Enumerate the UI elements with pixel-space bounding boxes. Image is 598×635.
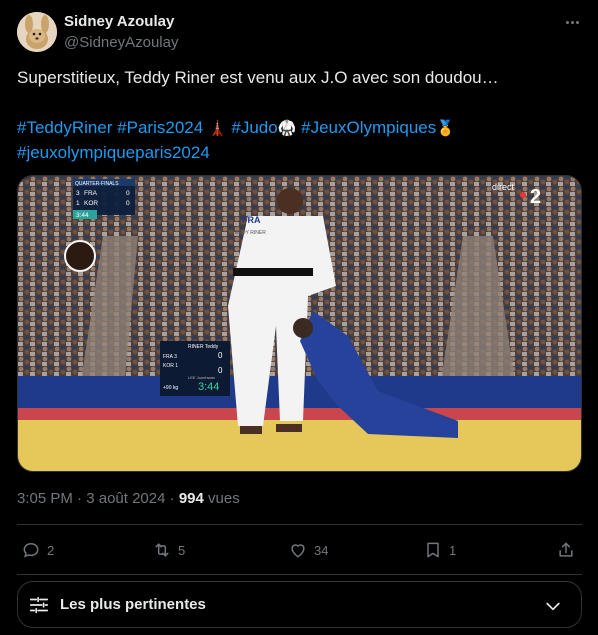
- martial-arts-emoji: 🥋: [277, 120, 297, 137]
- repost-icon: [155, 543, 169, 557]
- repost-button[interactable]: 5: [152, 537, 185, 563]
- reply-sort-selector[interactable]: Les plus pertinentes: [17, 581, 582, 628]
- score-seed-1: 3: [76, 190, 80, 197]
- author-handle[interactable]: @SidneyAzoulay: [64, 34, 178, 51]
- channel-number: 2: [530, 186, 541, 208]
- scoreboard-score-b: 0: [218, 366, 223, 375]
- score-seed-2: 1: [76, 200, 80, 207]
- post-date[interactable]: 3 août 2024: [86, 490, 165, 507]
- divider-bottom: [17, 574, 582, 575]
- jersey-country: FRA: [242, 215, 261, 225]
- share-button[interactable]: [556, 537, 576, 563]
- sort-label: Les plus pertinentes: [60, 596, 206, 613]
- scoreboard-category: +90 kg: [163, 385, 178, 391]
- like-count: 34: [314, 542, 329, 558]
- score-clock: 3:44: [76, 212, 89, 219]
- jersey-name: TEDDY RINER: [232, 230, 266, 236]
- views-label: vues: [208, 490, 240, 507]
- meta-separator: ·: [77, 490, 83, 507]
- hashtag-jeuxolympiques[interactable]: #JeuxOlympiques: [301, 118, 436, 137]
- score-country-2: KOR: [84, 200, 98, 207]
- chevron-down-icon: [546, 602, 560, 611]
- reply-button[interactable]: 2: [21, 537, 54, 563]
- like-button[interactable]: 34: [288, 537, 328, 563]
- hashtag-judo[interactable]: #Judo: [231, 118, 277, 137]
- score-value-1: 0: [126, 190, 130, 197]
- post-time[interactable]: 3:05 PM: [17, 490, 73, 507]
- sliders-icon: [29, 596, 49, 614]
- medal-emoji: 🏅: [436, 120, 455, 137]
- broadcast-logo: direct: [492, 182, 515, 192]
- reply-icon: [23, 542, 39, 558]
- scoreboard-clock: 3:44: [198, 381, 219, 393]
- meta-separator-2: ·: [169, 490, 175, 507]
- hashtag-block: #TeddyRiner #Paris2024 🗼 #Judo🥋 #JeuxOly…: [17, 116, 577, 165]
- action-bar: 2 5 34 1: [17, 537, 582, 563]
- post-image[interactable]: QUARTER-FINALS 3 FRA 0 1 KOR 0 3:44 dire…: [17, 175, 582, 472]
- hashtag-teddyriner[interactable]: #TeddyRiner: [17, 118, 112, 137]
- score-country-1: FRA: [84, 190, 98, 197]
- scoreboard-name: RINER Teddy: [188, 344, 219, 350]
- view-count: 994: [178, 490, 204, 507]
- post-meta: 3:05 PM · 3 août 2024 · 994 vues: [17, 490, 240, 507]
- scoreboard-sub: LEE Joonhwan: [188, 375, 215, 380]
- post-text: Superstitieux, Teddy Riner est venu aux …: [17, 68, 499, 87]
- eiffel-tower-emoji: 🗼: [207, 120, 227, 137]
- repost-count: 5: [178, 542, 186, 558]
- score-value-2: 0: [126, 200, 130, 207]
- scoreboard-score-a: 0: [218, 351, 223, 360]
- bookmark-icon: [427, 542, 439, 558]
- author-name[interactable]: Sidney Azoulay: [64, 13, 174, 30]
- scoreboard-row-1: FRA 3: [163, 354, 177, 360]
- hashtag-paris2024[interactable]: #Paris2024: [117, 118, 203, 137]
- reply-count: 2: [47, 542, 55, 558]
- score-stage: QUARTER-FINALS: [75, 181, 119, 187]
- judo-match-photo: QUARTER-FINALS 3 FRA 0 1 KOR 0 3:44 dire…: [18, 176, 581, 471]
- avatar[interactable]: [17, 12, 57, 52]
- divider-top: [17, 524, 582, 525]
- more-options-icon[interactable]: [561, 14, 583, 30]
- bookmark-button[interactable]: 1: [423, 537, 456, 563]
- share-icon: [559, 542, 573, 557]
- heart-icon: [291, 544, 305, 558]
- bookmark-count: 1: [449, 542, 457, 558]
- scoreboard-row-2: KOR 1: [163, 363, 178, 369]
- hashtag-jeuxolympiqueparis2024[interactable]: #jeuxolympiqueparis2024: [17, 143, 210, 162]
